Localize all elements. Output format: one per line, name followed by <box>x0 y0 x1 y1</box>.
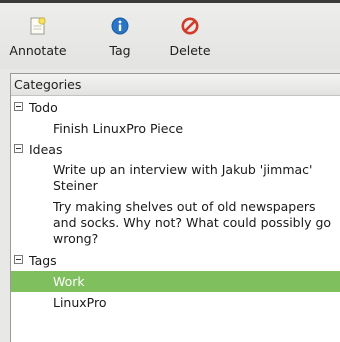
tree-item-line: and socks. Why not? What could possibly … <box>53 215 332 230</box>
info-icon <box>111 17 129 35</box>
collapse-icon[interactable] <box>14 144 23 153</box>
tree-item[interactable]: Try making shelves out of old newspapers… <box>11 197 340 250</box>
tree-group-label: Tags <box>29 253 57 268</box>
annotate-label: Annotate <box>9 43 67 58</box>
tree-item-line: Try making shelves out of old newspapers <box>53 199 316 214</box>
no-entry-icon <box>181 17 199 35</box>
delete-button[interactable]: Delete <box>160 17 220 58</box>
collapse-icon[interactable] <box>14 102 23 111</box>
tree-group-ideas[interactable]: Ideas <box>11 139 340 160</box>
tree-group-label: Todo <box>29 100 58 115</box>
tree-item[interactable]: LinuxPro <box>11 292 340 313</box>
tree-item[interactable]: Finish LinuxPro Piece <box>11 118 340 139</box>
tag-button[interactable]: Tag <box>90 17 150 58</box>
categories-tree: Categories Todo Finish LinuxPro Piece Id… <box>10 73 340 342</box>
delete-label: Delete <box>169 43 211 58</box>
tree-group-todo[interactable]: Todo <box>11 97 340 118</box>
tree-item-label: Work <box>53 274 85 289</box>
tree-item-line: wrong? <box>53 231 99 246</box>
tree-item-line: Write up an interview with Jakub 'jimmac… <box>53 162 313 177</box>
tree-item[interactable]: Write up an interview with Jakub 'jimmac… <box>11 160 340 197</box>
tree-item-label: Finish LinuxPro Piece <box>53 121 184 136</box>
note-icon <box>30 17 46 35</box>
toolbar: Annotate Tag Delete <box>0 3 340 69</box>
tree-item-line: Steiner <box>53 178 98 193</box>
tag-label: Tag <box>109 43 131 58</box>
tree-group-label: Ideas <box>29 142 63 157</box>
tree-item-label: LinuxPro <box>53 295 107 310</box>
annotate-button[interactable]: Annotate <box>3 17 73 58</box>
tree-group-tags[interactable]: Tags <box>11 250 340 271</box>
column-header-categories[interactable]: Categories <box>11 74 340 96</box>
tree-item-selected[interactable]: Work <box>11 271 340 292</box>
collapse-icon[interactable] <box>14 255 23 264</box>
